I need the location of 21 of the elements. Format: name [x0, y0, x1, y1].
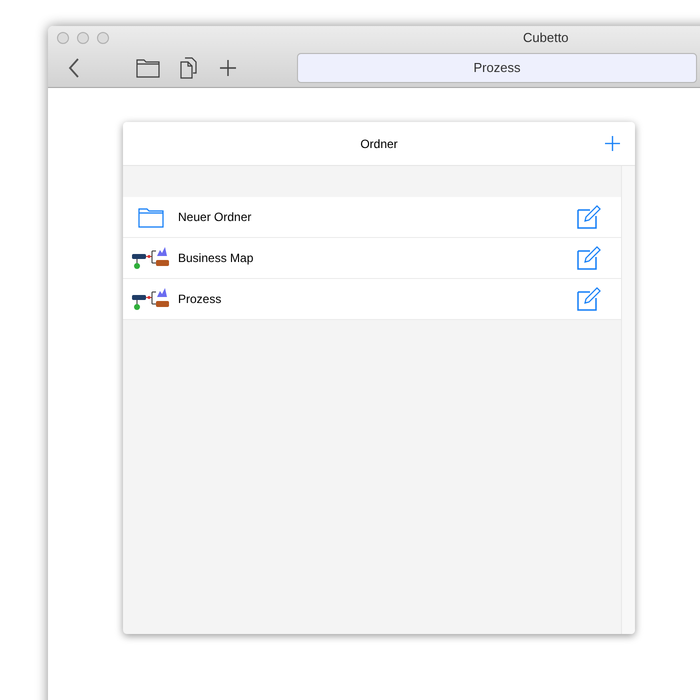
documents-icon[interactable]	[179, 57, 199, 79]
panel-title: Ordner	[360, 136, 398, 152]
item-label: Neuer Ordner	[178, 209, 252, 226]
list-item[interactable]: Neuer Ordner	[123, 197, 621, 238]
plus-icon[interactable]	[219, 59, 237, 77]
edit-icon[interactable]	[577, 246, 601, 270]
diagram-icon	[132, 246, 170, 270]
edit-icon[interactable]	[577, 287, 601, 311]
scrollbar-track[interactable]	[621, 166, 635, 634]
item-label: Prozess	[178, 291, 222, 308]
list-item[interactable]: Business Map	[123, 238, 621, 279]
list-item[interactable]: Prozess	[123, 279, 621, 320]
add-icon[interactable]	[605, 136, 620, 151]
folder-icon	[138, 206, 164, 228]
diagram-icon	[132, 287, 170, 311]
window-title: Cubetto	[523, 29, 569, 48]
item-label: Business Map	[178, 250, 254, 267]
edit-icon[interactable]	[577, 205, 601, 229]
folder-icon[interactable]	[136, 58, 160, 78]
back-icon[interactable]	[68, 58, 80, 78]
search-field[interactable]: Prozess	[297, 53, 697, 83]
